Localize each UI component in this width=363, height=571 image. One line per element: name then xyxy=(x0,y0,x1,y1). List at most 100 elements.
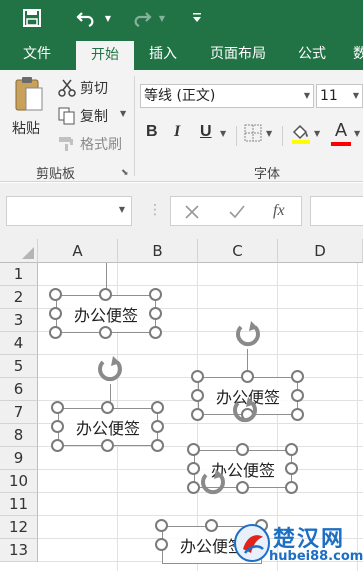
row-header[interactable]: 11 xyxy=(0,493,38,516)
resize-handle[interactable] xyxy=(285,443,298,456)
row-header[interactable]: 12 xyxy=(0,516,38,539)
row-header[interactable]: 13 xyxy=(0,539,38,562)
resize-handle[interactable] xyxy=(155,538,168,551)
format-painter-button[interactable]: 格式刷 xyxy=(58,134,130,154)
column-header[interactable]: A xyxy=(38,239,118,263)
rotate-icon[interactable] xyxy=(95,354,125,384)
row-header[interactable]: 3 xyxy=(0,309,38,332)
resize-handle[interactable] xyxy=(101,439,114,452)
resize-handle[interactable] xyxy=(191,389,204,402)
tab-page-layout[interactable]: 页面布局 xyxy=(196,38,280,70)
font-size-select[interactable]: 11 ▼ xyxy=(316,84,363,108)
text-box[interactable]: 办公便签 xyxy=(49,288,162,339)
text-box[interactable]: 办公便签 xyxy=(51,401,164,452)
format-painter-label: 格式刷 xyxy=(80,137,122,153)
toolbar-divider xyxy=(236,126,237,146)
formula-input[interactable] xyxy=(310,196,363,226)
resize-handle[interactable] xyxy=(205,519,218,532)
copy-icon xyxy=(58,107,75,125)
resize-handle[interactable] xyxy=(149,288,162,301)
resize-handle[interactable] xyxy=(49,326,62,339)
column-header[interactable]: C xyxy=(198,239,278,263)
resize-handle[interactable] xyxy=(51,439,64,452)
resize-handle[interactable] xyxy=(155,519,168,532)
row-header[interactable]: 4 xyxy=(0,332,38,355)
resize-handle[interactable] xyxy=(51,401,64,414)
cut-label: 剪切 xyxy=(80,81,108,97)
resize-handle[interactable] xyxy=(236,481,249,494)
check-icon[interactable] xyxy=(229,205,245,219)
resize-handle[interactable] xyxy=(241,370,254,383)
tab-formulas[interactable]: 公式 xyxy=(284,38,340,70)
resize-handle[interactable] xyxy=(187,443,200,456)
resize-handle[interactable] xyxy=(291,408,304,421)
row-header[interactable]: 10 xyxy=(0,470,38,493)
resize-handle[interactable] xyxy=(99,288,112,301)
copy-button[interactable]: 复制 ▼ xyxy=(58,106,130,126)
resize-handle[interactable] xyxy=(285,462,298,475)
cut-button[interactable]: 剪切 xyxy=(58,78,118,98)
underline-button[interactable]: U xyxy=(200,123,216,141)
gridline xyxy=(38,515,363,516)
row-header[interactable]: 8 xyxy=(0,424,38,447)
resize-handle[interactable] xyxy=(291,389,304,402)
drag-handle-icon[interactable]: ⋮ xyxy=(148,203,162,217)
undo-dropdown-icon[interactable]: ▼ xyxy=(102,6,114,30)
redo-icon xyxy=(126,6,156,30)
resize-handle[interactable] xyxy=(49,307,62,320)
row-header[interactable]: 1 xyxy=(0,263,38,286)
resize-handle[interactable] xyxy=(191,370,204,383)
column-header[interactable]: D xyxy=(278,239,363,263)
tab-insert[interactable]: 插入 xyxy=(134,38,192,70)
insert-function-button[interactable]: fx xyxy=(273,202,285,220)
resize-handle[interactable] xyxy=(49,288,62,301)
font-color-dropdown-icon[interactable]: ▼ xyxy=(354,129,360,138)
rotate-icon[interactable] xyxy=(230,395,260,425)
row-header[interactable]: 6 xyxy=(0,378,38,401)
resize-handle[interactable] xyxy=(99,326,112,339)
font-color-button[interactable]: A xyxy=(332,120,350,141)
paste-button[interactable]: 粘贴 xyxy=(8,76,48,146)
copy-dropdown-icon[interactable]: ▼ xyxy=(120,109,126,118)
toolbar-divider xyxy=(282,126,283,146)
resize-handle[interactable] xyxy=(285,481,298,494)
save-icon[interactable] xyxy=(18,6,46,30)
close-icon[interactable] xyxy=(185,205,199,219)
resize-handle[interactable] xyxy=(51,420,64,433)
resize-handle[interactable] xyxy=(101,401,114,414)
watermark-url: hubei88.com xyxy=(269,549,363,564)
borders-dropdown-icon[interactable]: ▼ xyxy=(266,129,272,138)
resize-handle[interactable] xyxy=(151,420,164,433)
resize-handle[interactable] xyxy=(151,439,164,452)
row-header[interactable]: 5 xyxy=(0,355,38,378)
column-header[interactable]: B xyxy=(118,239,198,263)
tab-file[interactable]: 文件 xyxy=(8,38,66,70)
resize-handle[interactable] xyxy=(149,307,162,320)
underline-dropdown-icon[interactable]: ▼ xyxy=(220,129,226,138)
resize-handle[interactable] xyxy=(236,443,249,456)
resize-handle[interactable] xyxy=(149,326,162,339)
font-name-select[interactable]: 等线 (正文) ▼ xyxy=(140,84,314,108)
resize-handle[interactable] xyxy=(291,370,304,383)
customize-qat-icon[interactable] xyxy=(186,6,208,30)
row-header[interactable]: 2 xyxy=(0,286,38,309)
ribbon: 粘贴 剪切 复制 ▼ 格式刷 剪贴板 ⬊ 等线 (正文) ▼ 11 ▼ B I … xyxy=(0,70,363,182)
fill-color-icon[interactable] xyxy=(290,122,312,144)
tab-data[interactable]: 数 xyxy=(345,38,363,70)
row-header[interactable]: 7 xyxy=(0,401,38,424)
undo-icon[interactable] xyxy=(72,6,102,30)
name-box[interactable]: ▼ xyxy=(6,196,132,226)
resize-handle[interactable] xyxy=(151,401,164,414)
italic-button[interactable]: I xyxy=(174,123,190,141)
clipboard-launcher-icon[interactable]: ⬊ xyxy=(121,168,129,178)
select-all-corner[interactable] xyxy=(0,239,38,263)
row-header[interactable]: 9 xyxy=(0,447,38,470)
bold-button[interactable]: B xyxy=(146,123,162,141)
paste-icon xyxy=(15,77,43,111)
rotate-icon[interactable] xyxy=(233,319,263,349)
borders-icon[interactable] xyxy=(244,124,262,142)
rotate-icon[interactable] xyxy=(198,467,228,497)
resize-handle[interactable] xyxy=(191,408,204,421)
fill-color-dropdown-icon[interactable]: ▼ xyxy=(314,129,320,138)
tab-home[interactable]: 开始 xyxy=(76,41,134,70)
